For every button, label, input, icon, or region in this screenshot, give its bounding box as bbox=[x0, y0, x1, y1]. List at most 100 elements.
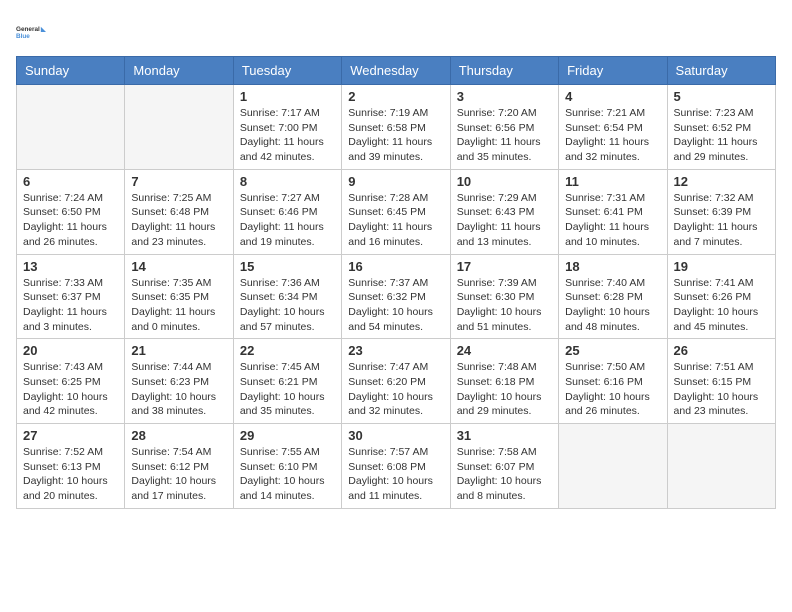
calendar-cell: 1Sunrise: 7:17 AMSunset: 7:00 PMDaylight… bbox=[233, 85, 341, 170]
day-info: Sunrise: 7:27 AMSunset: 6:46 PMDaylight:… bbox=[240, 191, 335, 250]
calendar-cell: 14 Sunrise: 7:35 AMSunset: 6:35 PMDayligh… bbox=[125, 254, 233, 339]
calendar-cell: 27 Sunrise: 7:52 AMSunset: 6:13 PMDayligh… bbox=[17, 424, 125, 509]
day-info: Sunrise: 7:24 AMSunset: 6:50 PMDaylight:… bbox=[23, 191, 118, 250]
calendar-cell: 11 Sunrise: 7:31 AMSunset: 6:41 PMDayligh… bbox=[559, 169, 667, 254]
calendar-cell: 26 Sunrise: 7:51 AMSunset: 6:15 PMDayligh… bbox=[667, 339, 775, 424]
calendar-week-1: 1Sunrise: 7:17 AMSunset: 7:00 PMDaylight… bbox=[17, 85, 776, 170]
page-header: GeneralBlue bbox=[16, 16, 776, 48]
calendar-cell: 5Sunrise: 7:23 AMSunset: 6:52 PMDaylight… bbox=[667, 85, 775, 170]
day-number: 28 bbox=[131, 428, 226, 443]
day-number: 23 bbox=[348, 343, 443, 358]
day-number: 1 bbox=[240, 89, 335, 104]
day-number: 7 bbox=[131, 174, 226, 189]
calendar-cell: 2Sunrise: 7:19 AMSunset: 6:58 PMDaylight… bbox=[342, 85, 450, 170]
calendar-week-3: 13 Sunrise: 7:33 AMSunset: 6:37 PMDayligh… bbox=[17, 254, 776, 339]
calendar-cell: 13 Sunrise: 7:33 AMSunset: 6:37 PMDayligh… bbox=[17, 254, 125, 339]
calendar-cell: 15 Sunrise: 7:36 AMSunset: 6:34 PMDayligh… bbox=[233, 254, 341, 339]
day-info: Sunrise: 7:29 AMSunset: 6:43 PMDaylight:… bbox=[457, 191, 552, 250]
day-number: 18 bbox=[565, 259, 660, 274]
calendar-cell: 17 Sunrise: 7:39 AMSunset: 6:30 PMDayligh… bbox=[450, 254, 558, 339]
day-info: Sunrise: 7:37 AMSunset: 6:32 PMDaylight:… bbox=[348, 276, 443, 335]
svg-text:General: General bbox=[16, 26, 40, 33]
calendar-week-2: 6 Sunrise: 7:24 AMSunset: 6:50 PMDaylight… bbox=[17, 169, 776, 254]
day-info: Sunrise: 7:41 AMSunset: 6:26 PMDaylight:… bbox=[674, 276, 769, 335]
logo: GeneralBlue bbox=[16, 16, 48, 48]
calendar-week-4: 20Sunrise: 7:43 AMSunset: 6:25 PMDayligh… bbox=[17, 339, 776, 424]
calendar-cell: 31 Sunrise: 7:58 AMSunset: 6:07 PMDayligh… bbox=[450, 424, 558, 509]
day-number: 15 bbox=[240, 259, 335, 274]
day-info: Sunrise: 7:40 AMSunset: 6:28 PMDaylight:… bbox=[565, 276, 660, 335]
logo-icon: GeneralBlue bbox=[16, 16, 48, 48]
calendar-cell: 20Sunrise: 7:43 AMSunset: 6:25 PMDayligh… bbox=[17, 339, 125, 424]
day-header-thursday: Thursday bbox=[450, 57, 558, 85]
calendar-cell: 16Sunrise: 7:37 AMSunset: 6:32 PMDayligh… bbox=[342, 254, 450, 339]
day-number: 24 bbox=[457, 343, 552, 358]
day-info: Sunrise: 7:54 AMSunset: 6:12 PMDaylight:… bbox=[131, 445, 226, 504]
day-info: Sunrise: 7:50 AMSunset: 6:16 PMDaylight:… bbox=[565, 360, 660, 419]
day-info: Sunrise: 7:25 AMSunset: 6:48 PMDaylight:… bbox=[131, 191, 226, 250]
calendar-cell: 7 Sunrise: 7:25 AMSunset: 6:48 PMDaylight… bbox=[125, 169, 233, 254]
calendar-cell: 6 Sunrise: 7:24 AMSunset: 6:50 PMDaylight… bbox=[17, 169, 125, 254]
day-info: Sunrise: 7:44 AMSunset: 6:23 PMDaylight:… bbox=[131, 360, 226, 419]
day-info: Sunrise: 7:35 AMSunset: 6:35 PMDaylight:… bbox=[131, 276, 226, 335]
day-number: 25 bbox=[565, 343, 660, 358]
day-number: 6 bbox=[23, 174, 118, 189]
day-header-friday: Friday bbox=[559, 57, 667, 85]
day-number: 31 bbox=[457, 428, 552, 443]
day-number: 14 bbox=[131, 259, 226, 274]
day-number: 27 bbox=[23, 428, 118, 443]
day-header-wednesday: Wednesday bbox=[342, 57, 450, 85]
day-number: 21 bbox=[131, 343, 226, 358]
day-header-sunday: Sunday bbox=[17, 57, 125, 85]
calendar-cell: 9Sunrise: 7:28 AMSunset: 6:45 PMDaylight… bbox=[342, 169, 450, 254]
day-info: Sunrise: 7:33 AMSunset: 6:37 PMDaylight:… bbox=[23, 276, 118, 335]
day-info: Sunrise: 7:21 AMSunset: 6:54 PMDaylight:… bbox=[565, 106, 660, 165]
calendar-cell: 24 Sunrise: 7:48 AMSunset: 6:18 PMDayligh… bbox=[450, 339, 558, 424]
day-info: Sunrise: 7:36 AMSunset: 6:34 PMDaylight:… bbox=[240, 276, 335, 335]
calendar-cell bbox=[125, 85, 233, 170]
day-header-tuesday: Tuesday bbox=[233, 57, 341, 85]
day-info: Sunrise: 7:32 AMSunset: 6:39 PMDaylight:… bbox=[674, 191, 769, 250]
day-number: 10 bbox=[457, 174, 552, 189]
day-info: Sunrise: 7:39 AMSunset: 6:30 PMDaylight:… bbox=[457, 276, 552, 335]
day-info: Sunrise: 7:57 AMSunset: 6:08 PMDaylight:… bbox=[348, 445, 443, 504]
calendar-cell: 19 Sunrise: 7:41 AMSunset: 6:26 PMDayligh… bbox=[667, 254, 775, 339]
day-number: 3 bbox=[457, 89, 552, 104]
day-number: 19 bbox=[674, 259, 769, 274]
calendar-cell: 18 Sunrise: 7:40 AMSunset: 6:28 PMDayligh… bbox=[559, 254, 667, 339]
day-info: Sunrise: 7:58 AMSunset: 6:07 PMDaylight:… bbox=[457, 445, 552, 504]
day-info: Sunrise: 7:31 AMSunset: 6:41 PMDaylight:… bbox=[565, 191, 660, 250]
day-header-monday: Monday bbox=[125, 57, 233, 85]
svg-text:Blue: Blue bbox=[16, 33, 30, 40]
day-number: 8 bbox=[240, 174, 335, 189]
calendar-header-row: SundayMondayTuesdayWednesdayThursdayFrid… bbox=[17, 57, 776, 85]
day-info: Sunrise: 7:43 AMSunset: 6:25 PMDaylight:… bbox=[23, 360, 118, 419]
day-info: Sunrise: 7:20 AMSunset: 6:56 PMDaylight:… bbox=[457, 106, 552, 165]
day-number: 5 bbox=[674, 89, 769, 104]
day-info: Sunrise: 7:45 AMSunset: 6:21 PMDaylight:… bbox=[240, 360, 335, 419]
day-info: Sunrise: 7:19 AMSunset: 6:58 PMDaylight:… bbox=[348, 106, 443, 165]
day-number: 9 bbox=[348, 174, 443, 189]
day-number: 30 bbox=[348, 428, 443, 443]
day-info: Sunrise: 7:47 AMSunset: 6:20 PMDaylight:… bbox=[348, 360, 443, 419]
day-header-saturday: Saturday bbox=[667, 57, 775, 85]
day-number: 13 bbox=[23, 259, 118, 274]
day-info: Sunrise: 7:52 AMSunset: 6:13 PMDaylight:… bbox=[23, 445, 118, 504]
calendar-cell: 30 Sunrise: 7:57 AMSunset: 6:08 PMDayligh… bbox=[342, 424, 450, 509]
calendar-cell: 4Sunrise: 7:21 AMSunset: 6:54 PMDaylight… bbox=[559, 85, 667, 170]
calendar-cell: 25 Sunrise: 7:50 AMSunset: 6:16 PMDayligh… bbox=[559, 339, 667, 424]
calendar-cell: 8 Sunrise: 7:27 AMSunset: 6:46 PMDaylight… bbox=[233, 169, 341, 254]
day-number: 29 bbox=[240, 428, 335, 443]
day-info: Sunrise: 7:51 AMSunset: 6:15 PMDaylight:… bbox=[674, 360, 769, 419]
calendar-cell bbox=[667, 424, 775, 509]
day-number: 26 bbox=[674, 343, 769, 358]
calendar-cell: 21 Sunrise: 7:44 AMSunset: 6:23 PMDayligh… bbox=[125, 339, 233, 424]
day-info: Sunrise: 7:48 AMSunset: 6:18 PMDaylight:… bbox=[457, 360, 552, 419]
calendar-cell: 3 Sunrise: 7:20 AMSunset: 6:56 PMDaylight… bbox=[450, 85, 558, 170]
day-number: 22 bbox=[240, 343, 335, 358]
calendar-cell: 29Sunrise: 7:55 AMSunset: 6:10 PMDayligh… bbox=[233, 424, 341, 509]
calendar-body: 1Sunrise: 7:17 AMSunset: 7:00 PMDaylight… bbox=[17, 85, 776, 509]
day-number: 11 bbox=[565, 174, 660, 189]
day-number: 17 bbox=[457, 259, 552, 274]
calendar-week-5: 27 Sunrise: 7:52 AMSunset: 6:13 PMDayligh… bbox=[17, 424, 776, 509]
